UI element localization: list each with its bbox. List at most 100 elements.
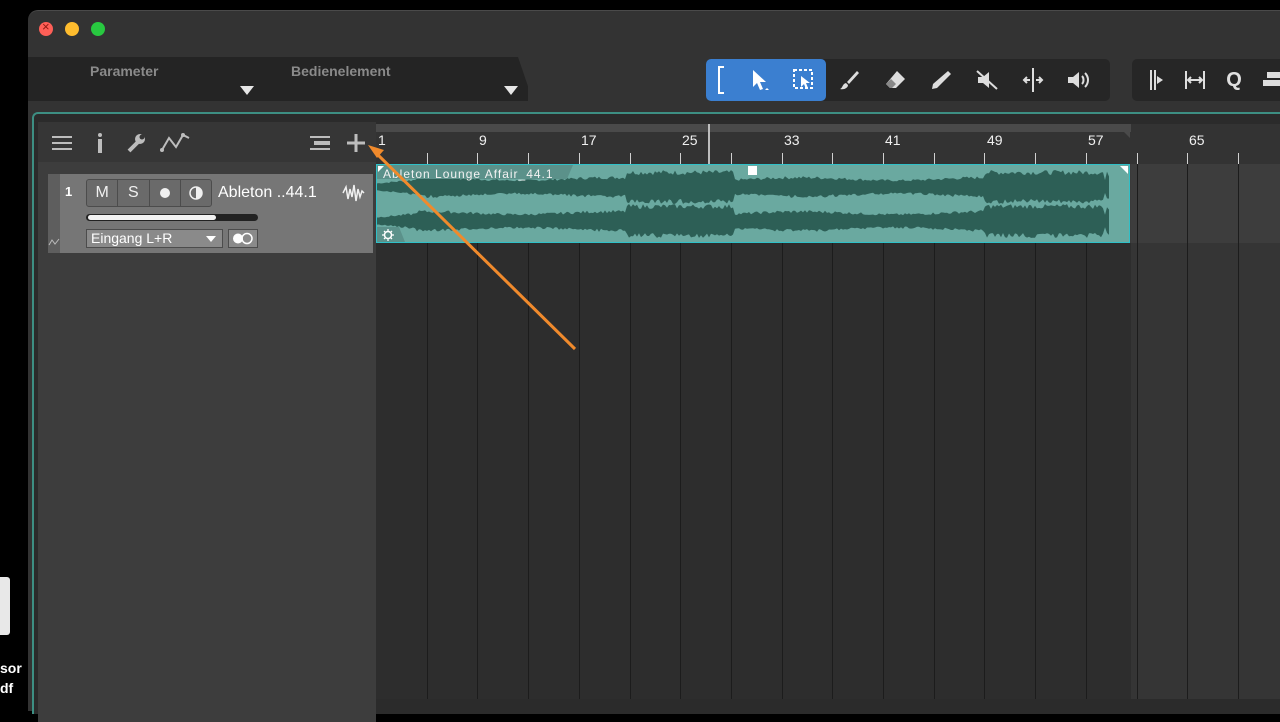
record-button[interactable] (150, 180, 181, 206)
desktop-file-label: sor (0, 660, 22, 676)
zoom-window-button[interactable] (91, 22, 105, 36)
bend-icon[interactable] (1172, 59, 1218, 101)
grid-line (427, 164, 428, 699)
mute-tool-icon[interactable] (964, 59, 1010, 101)
song-end-zone (1131, 164, 1280, 699)
clip-start-handle[interactable] (378, 166, 384, 172)
paint-brush-icon[interactable] (826, 59, 872, 101)
parameter-label: Parameter (90, 63, 159, 79)
ruler-tick (477, 153, 478, 164)
monitor-button[interactable] (181, 180, 211, 206)
ruler-bar-label: 49 (987, 132, 1003, 148)
audio-clip[interactable]: Ableton Lounge Affair_44.1 (376, 164, 1130, 243)
ruler-tick (1187, 153, 1188, 164)
ruler-bar-label: 17 (581, 132, 597, 148)
ruler-bar-label: 1 (378, 132, 386, 148)
grid-line (579, 164, 580, 699)
wrench-icon[interactable] (122, 130, 150, 156)
track-list-toolbar (38, 122, 376, 162)
pencil-icon[interactable] (918, 59, 964, 101)
track-list-panel: 1 M S Ableton ..44.1 Eingang L+R (38, 122, 376, 722)
parameter-dropdown-icon[interactable] (240, 86, 254, 95)
add-track-icon[interactable] (342, 130, 370, 156)
desktop-file-icon[interactable] (0, 577, 10, 635)
grid-line (477, 164, 478, 699)
split-tool-icon[interactable] (1010, 59, 1056, 101)
grid-line (630, 164, 631, 699)
ruler-bar-label: 41 (885, 132, 901, 148)
ruler-tick (832, 153, 833, 164)
desktop-file-label-2: df (0, 680, 14, 696)
ruler-bar-label: 57 (1088, 132, 1104, 148)
more-icon[interactable] (1254, 59, 1280, 101)
grid-line (1238, 164, 1239, 699)
ruler-bar-label: 25 (682, 132, 698, 148)
grid-line (1187, 164, 1188, 699)
ruler-tick (934, 153, 935, 164)
track-options-icon[interactable] (306, 130, 334, 156)
ruler-bar-label: 33 (784, 132, 800, 148)
quantize-icon[interactable]: Q (1214, 59, 1254, 101)
waveform-channel (377, 204, 1109, 238)
listen-tool-icon[interactable] (1056, 59, 1102, 101)
arrange-area[interactable] (376, 164, 1280, 699)
track-strip (48, 174, 60, 253)
control-label: Bedienelement (291, 63, 391, 79)
ruler-tick (579, 153, 580, 164)
minimize-window-button[interactable] (65, 22, 79, 36)
inspector-icon[interactable] (86, 130, 114, 156)
volume-fader-fill (88, 215, 216, 220)
song-end-marker[interactable] (1116, 124, 1130, 138)
eraser-icon[interactable] (872, 59, 918, 101)
ruler-tick (1086, 153, 1087, 164)
waveform-icon (341, 183, 365, 208)
ruler-tick (984, 153, 985, 164)
grid-line (1086, 164, 1087, 699)
ruler-tick (680, 153, 681, 164)
grid-line (883, 164, 884, 699)
stereo-link-button[interactable] (228, 229, 258, 248)
ruler-bar-label: 65 (1189, 132, 1205, 148)
ruler-tick (883, 153, 884, 164)
grid-line (528, 164, 529, 699)
playhead[interactable] (708, 124, 710, 164)
clip-end-handle[interactable] (1120, 166, 1128, 174)
monitor-icon (189, 186, 203, 200)
edit-tools (706, 59, 1110, 101)
track-header[interactable]: 1 M S Ableton ..44.1 Eingang L+R (48, 174, 373, 253)
solo-button[interactable]: S (118, 180, 150, 206)
clip-fade-handle[interactable] (748, 166, 757, 175)
arrow-tool-icon[interactable] (736, 59, 782, 101)
record-icon (159, 188, 170, 198)
grid-line (984, 164, 985, 699)
close-window-button[interactable] (39, 19, 53, 36)
track-list-icon[interactable] (48, 130, 76, 156)
grid-line (934, 164, 935, 699)
track-buttons: M S (86, 179, 212, 207)
ruler-tick (782, 153, 783, 164)
range-select-icon[interactable] (782, 59, 826, 101)
loop-range-bar[interactable] (376, 124, 1131, 132)
ruler-bar-label: 9 (479, 132, 487, 148)
ruler-tick (1137, 153, 1138, 164)
timing-tools: Q (1132, 59, 1280, 101)
grid-line (680, 164, 681, 699)
range-bracket-icon[interactable] (706, 59, 736, 101)
mute-button[interactable]: M (87, 180, 119, 206)
ruler-tick (1035, 153, 1036, 164)
volume-fader[interactable] (86, 214, 258, 221)
control-dropdown-icon[interactable] (504, 86, 518, 95)
ruler-tick (427, 153, 428, 164)
automation-icon[interactable] (158, 130, 192, 156)
timeline-ruler[interactable]: 1 9 17 25 33 41 49 57 65 (376, 124, 1280, 164)
input-select-value: Eingang L+R (91, 230, 173, 246)
grid-line (1035, 164, 1036, 699)
input-select[interactable]: Eingang L+R (86, 229, 223, 248)
grid-line (1137, 164, 1138, 699)
chevron-down-icon (206, 236, 216, 242)
track-name[interactable]: Ableton ..44.1 (218, 184, 317, 202)
ruler-tick (630, 153, 631, 164)
grid-line (782, 164, 783, 699)
track-number: 1 (65, 184, 73, 199)
quantize-label: Q (1226, 68, 1242, 91)
